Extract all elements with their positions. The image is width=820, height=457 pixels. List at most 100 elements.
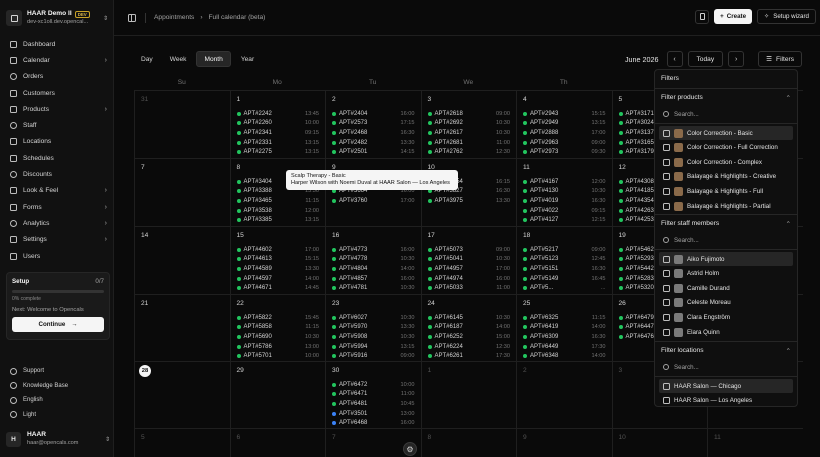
appointment-item[interactable]: APT#4778 10:30 [332,255,415,265]
appointment-item[interactable]: APT#4671 14:45 [236,283,319,293]
appointment-item[interactable]: APT#6472 10:00 [332,380,415,390]
appointment-item[interactable]: APT#4974 16:00 [427,274,510,284]
nav-item-analytics[interactable]: Analytics › [6,215,110,231]
filter-option[interactable]: Camille Durand [659,281,793,295]
filter-option[interactable]: Color Correction - Basic [659,126,793,140]
appointment-item[interactable]: APT#4019 16:30 [523,196,606,206]
appointment-item[interactable]: APT#4167 12:00 [523,177,606,187]
appointment-item[interactable]: APT#5908 10:30 [332,332,415,342]
nav-item-look-feel[interactable]: Look & Feel › [6,183,110,199]
appointment-item[interactable]: APT#6449 17:30 [523,342,606,352]
filter-option[interactable]: Celeste Moreau [659,296,793,310]
appointment-item[interactable]: APT#4781 10:30 [332,283,415,293]
day-cell[interactable]: 15 APT#4602 17:00 APT#4613 15:15 APT#4589 13:3… [229,226,325,294]
appointment-item[interactable]: APT#4022 09:15 [523,206,606,216]
filter-option[interactable]: Balayage & Highlights - Creative [659,170,793,184]
filter-option[interactable]: HAAR Salon — Los Angeles [659,394,793,406]
filters-button[interactable]: ☰ Filters [758,51,802,67]
day-cell[interactable]: 8 [420,428,516,457]
filter-option[interactable]: Elara Quinn [659,325,793,339]
appointment-item[interactable]: APT#4773 16:00 [332,245,415,255]
checkbox[interactable] [663,328,670,336]
day-cell[interactable]: 11 [707,428,803,457]
day-cell[interactable]: 25 APT#6325 11:15 APT#6419 14:00 APT#6309 16:3… [516,294,612,361]
appointment-item[interactable]: APT#2762 12:30 [427,147,510,157]
appointment-item[interactable]: APT#2341 09:15 [236,128,319,138]
appointment-item[interactable]: APT#2242 13:45 [236,109,319,119]
appointment-item[interactable]: APT#5...... [523,283,606,293]
appointment-item[interactable]: APT#5041 10:30 [427,255,510,265]
day-cell[interactable]: 1 APT#2242 13:45 APT#2260 10:00 APT#2341 09:15… [229,90,325,158]
appointment-item[interactable]: APT#5033 11:00 [427,283,510,293]
nav-item-settings[interactable]: Settings › [6,232,110,248]
day-cell[interactable]: 3 APT#2618 09:00 APT#2692 10:30 APT#2617 10:30… [420,90,516,158]
create-button[interactable]: + Create [714,9,753,24]
tab-day[interactable]: Day [134,51,160,67]
day-cell[interactable]: 31 [134,90,230,158]
day-cell[interactable]: 18 APT#5217 09:00 APT#5123 12:45 APT#5151 16:3… [516,226,612,294]
setup-wizard-button[interactable]: ✧ Setup wizard [757,9,816,24]
day-cell[interactable]: 17 APT#5073 09:00 APT#5041 10:30 APT#4957 17:0… [420,226,516,294]
footer-item-light[interactable]: Light [6,408,110,423]
filter-option[interactable]: Aiko Fujimoto [659,252,793,266]
appointment-item[interactable]: APT#2888 17:00 [523,128,606,138]
day-cell[interactable]: 21 [134,294,230,361]
appointment-item[interactable]: APT#2404 16:00 [332,109,415,119]
appointment-item[interactable]: APT#5690 10:30 [236,332,319,342]
filter-option[interactable]: Color Correction - Full Correction [659,141,793,155]
appointment-item[interactable]: APT#6224 12:30 [427,342,510,352]
appointment-item[interactable]: APT#6471 11:00 [332,390,415,400]
checkbox[interactable] [663,173,670,181]
appointment-item[interactable]: APT#2692 10:30 [427,119,510,129]
day-cell[interactable]: 11 APT#4167 12:00 APT#4130 10:30 APT#4019 16:3… [516,158,612,226]
appointment-item[interactable]: APT#2618 09:00 [427,109,510,119]
appointment-item[interactable]: APT#4127 12:15 [523,215,606,225]
appointment-item[interactable]: APT#6419 14:00 [523,323,606,333]
appointment-item[interactable]: APT#6252 15:00 [427,332,510,342]
org-switcher[interactable]: HAAR Demo II DEV dev-xc1oll.dev.opencal..… [6,8,108,28]
nav-item-staff[interactable]: Staff [6,117,110,133]
appointment-item[interactable]: APT#5151 16:30 [523,264,606,274]
appointment-item[interactable]: APT#5073 09:00 [427,245,510,255]
nav-item-calendar[interactable]: Calendar › [6,52,110,68]
filter-staff-search[interactable]: Search... [659,233,793,247]
nav-item-forms[interactable]: Forms › [6,199,110,215]
checkbox[interactable] [663,255,670,263]
day-cell[interactable]: 23 APT#6027 10:30 APT#5970 13:30 APT#5908 10:3… [325,294,421,361]
filter-option[interactable]: HAAR Salon — Chicago [659,379,793,393]
appointment-item[interactable]: APT#5149 16:45 [523,274,606,284]
appointment-item[interactable]: APT#3465 11:15 [236,196,319,206]
footer-item-knowledge-base[interactable]: Knowledge Base [6,379,110,394]
nav-item-orders[interactable]: Orders [6,69,110,85]
appointment-item[interactable]: APT#2331 13:15 [236,138,319,148]
settings-fab-icon[interactable]: ⚙ [403,442,417,456]
day-cell[interactable]: 29 [229,361,325,428]
day-cell[interactable]: 10 [611,428,707,457]
breadcrumb-appointments[interactable]: Appointments [154,14,194,21]
filter-products-header[interactable]: Filter products ⌃ [661,94,791,102]
day-cell[interactable]: 2 [516,361,612,428]
day-cell[interactable]: 9 [516,428,612,457]
appointment-item[interactable]: APT#6187 14:00 [427,323,510,333]
tab-week[interactable]: Week [163,51,194,67]
appointment-item[interactable]: APT#2973 09:30 [523,147,606,157]
appointment-item[interactable]: APT#2963 09:00 [523,138,606,148]
appointment-item[interactable]: APT#5994 13:15 [332,342,415,352]
filter-locations-search[interactable]: Search... [659,360,793,374]
appointment-item[interactable]: APT#3760 17:00 [332,196,415,206]
filter-option[interactable]: Balayage & Highlights - Full [659,184,793,198]
tab-month[interactable]: Month [196,51,231,67]
today-button[interactable]: Today [687,51,724,67]
day-cell[interactable]: 22 APT#5822 15:45 APT#5858 11:15 APT#5690 10:3… [229,294,325,361]
appointment-item[interactable]: APT#6261 17:30 [427,351,510,361]
filter-option[interactable]: Clara Engström [659,310,793,324]
checkbox[interactable] [663,202,670,210]
appointment-item[interactable]: APT#6145 10:30 [427,313,510,323]
appointment-item[interactable]: APT#2468 16:30 [332,128,415,138]
checkbox[interactable] [663,299,670,307]
appointment-item[interactable]: APT#4804 14:00 [332,264,415,274]
day-cell[interactable]: 30 APT#6472 10:00 APT#6471 11:00 APT#6481 10:4… [325,361,421,428]
appointment-item[interactable]: APT#3501 13:00 [332,409,415,419]
nav-item-dashboard[interactable]: Dashboard [6,36,110,52]
appointment-item[interactable]: APT#2943 15:15 [523,109,606,119]
